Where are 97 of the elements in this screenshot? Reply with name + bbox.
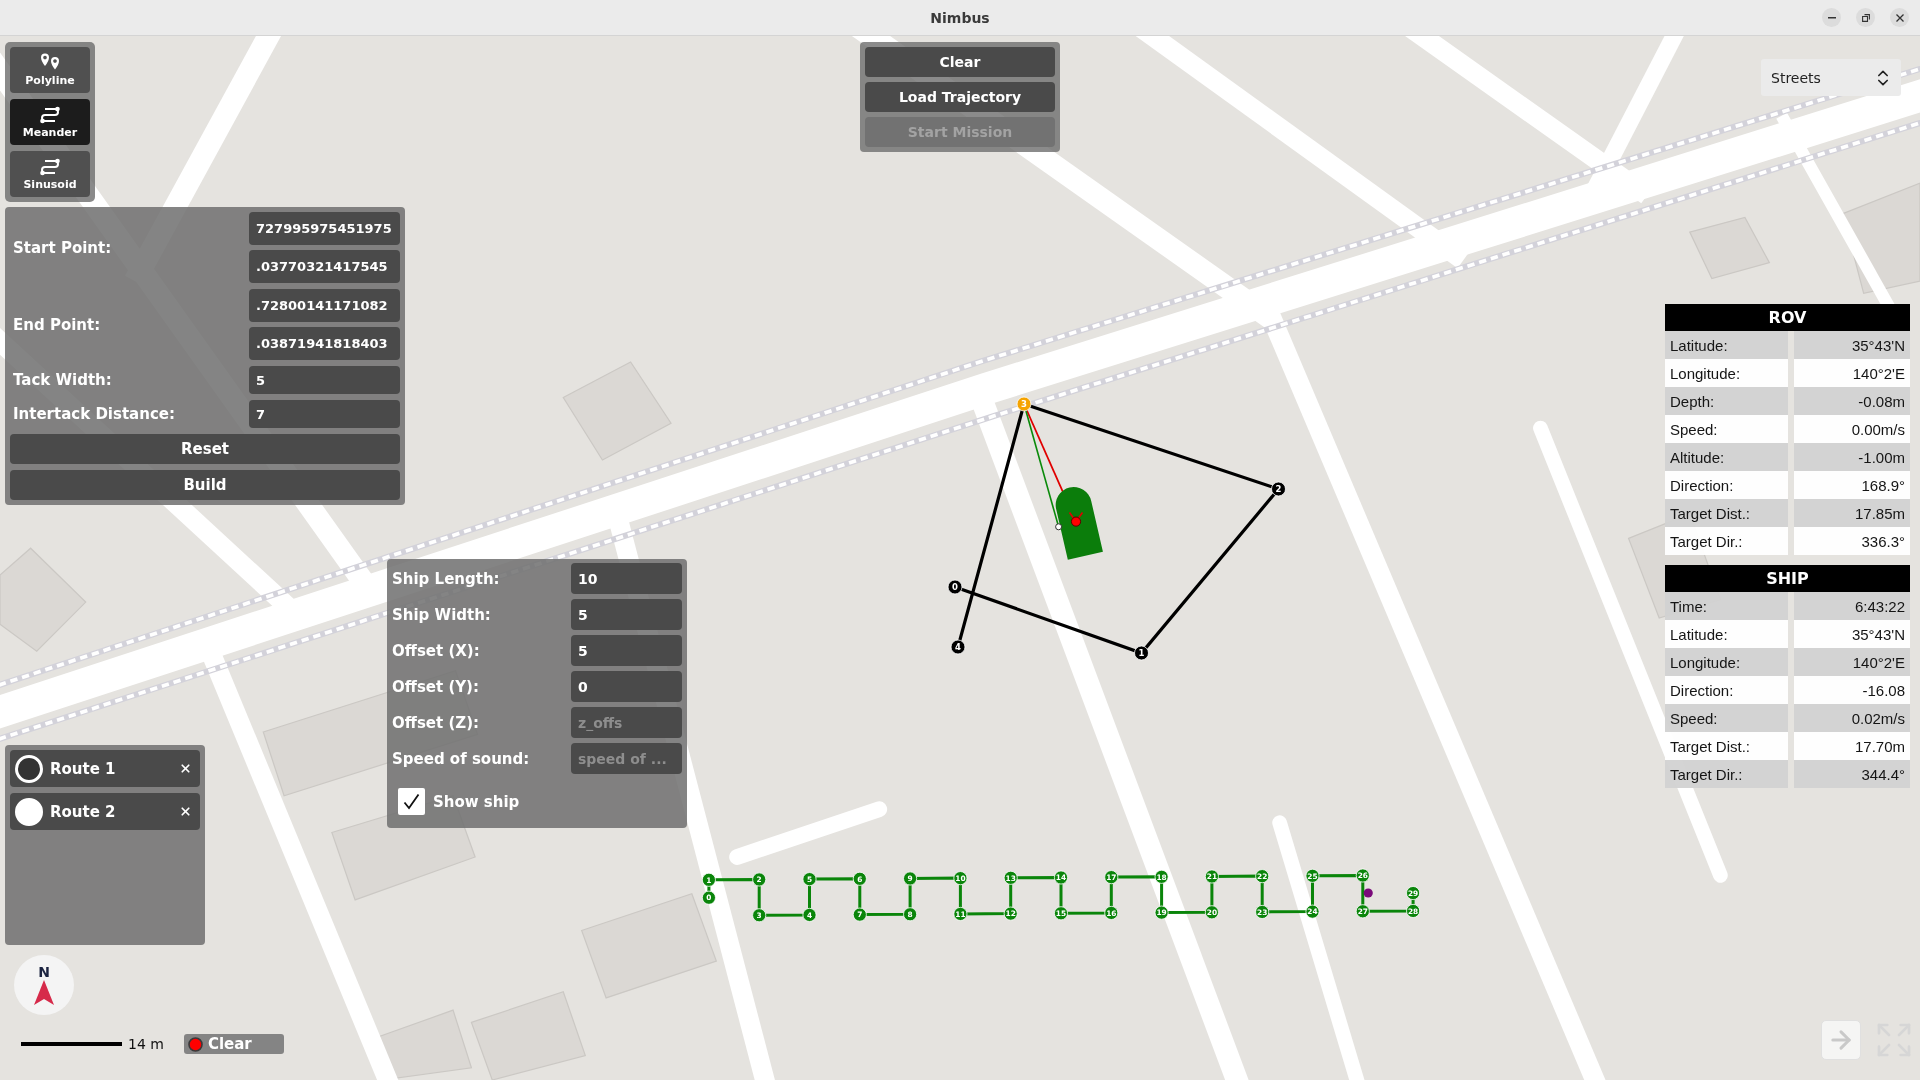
checkbox-label: Show ship — [433, 792, 520, 811]
north-label: N — [38, 965, 50, 979]
number-field[interactable]: 5 — [249, 366, 400, 394]
telemetry-value: -1.00m — [1794, 443, 1910, 471]
s-curve-icon — [39, 157, 61, 176]
map-pins-icon — [38, 53, 62, 72]
radio-button[interactable] — [15, 797, 43, 826]
close-button[interactable] — [1890, 8, 1909, 27]
telemetry-label: Longitude: — [1665, 648, 1788, 676]
location-dot — [1363, 888, 1373, 898]
field-label: Ship Length: — [392, 569, 500, 588]
s-curve-icon — [39, 105, 61, 124]
tool-button[interactable]: Polyline — [10, 47, 90, 93]
telemetry-label: Direction: — [1665, 676, 1788, 704]
field-label: Start Point: — [13, 238, 113, 257]
field-label: Speed of sound: — [392, 749, 530, 768]
field-label: End Point: — [13, 315, 102, 334]
telemetry-label: Target Dir.: — [1665, 527, 1788, 555]
position-dot — [1055, 523, 1063, 531]
window-title: Nimbus — [930, 9, 990, 26]
minimize-icon — [1827, 16, 1836, 19]
telemetry-value: 6:43:22 — [1794, 592, 1910, 620]
telemetry-value: 0.00m/s — [1794, 415, 1910, 443]
map-layer-select[interactable]: Streets — [1761, 59, 1901, 96]
telemetry-value: 168.9° — [1794, 471, 1910, 499]
telemetry-label: Longitude: — [1665, 359, 1788, 387]
telemetry-label: Altitude: — [1665, 443, 1788, 471]
mission-button[interactable]: Clear — [865, 47, 1055, 77]
checkmark-icon — [403, 793, 420, 810]
route-item[interactable]: Route 1 — [10, 750, 200, 787]
waypoint-marker[interactable]: 2 — [1271, 481, 1286, 497]
form-button[interactable]: Build — [10, 470, 400, 500]
tool-button[interactable]: Sinusoid — [10, 151, 90, 197]
route-item[interactable]: Route 2 — [10, 793, 200, 830]
telemetry-label: Direction: — [1665, 471, 1788, 499]
number-field[interactable]: z_offs — [571, 707, 682, 738]
telemetry-title: SHIP — [1665, 565, 1910, 592]
telemetry-value: -16.08 — [1794, 676, 1910, 704]
telemetry-label: Speed: — [1665, 415, 1788, 443]
telemetry-label: Target Dist.: — [1665, 499, 1788, 527]
telemetry-label: Target Dir.: — [1665, 760, 1788, 788]
number-field[interactable]: speed of ... — [571, 743, 682, 774]
waypoint-marker[interactable]: 0 — [947, 579, 963, 595]
number-field[interactable]: .72800141171082 — [249, 289, 400, 322]
maximize-button[interactable] — [1856, 8, 1875, 27]
field-label: Ship Width: — [392, 605, 491, 624]
number-field[interactable]: 5 — [571, 599, 682, 630]
telemetry-value: 17.70m — [1794, 732, 1910, 760]
telemetry-value: 35°43'N — [1794, 331, 1910, 359]
field-label: Intertack Distance: — [13, 405, 176, 423]
field-label: Offset (Z): — [392, 713, 479, 732]
field-label: Tack Width: — [13, 371, 113, 389]
telemetry-value: 140°2'E — [1794, 359, 1910, 387]
number-field[interactable]: 0 — [571, 671, 682, 702]
radio-button[interactable] — [15, 754, 43, 783]
close-icon — [179, 762, 192, 775]
telemetry-value: -0.08m — [1794, 387, 1910, 415]
telemetry-label: Speed: — [1665, 704, 1788, 732]
show-ship-checkbox[interactable] — [398, 788, 425, 815]
field-label: Offset (Y): — [392, 677, 479, 696]
waypoint-marker[interactable]: 4 — [950, 639, 966, 655]
telemetry-value: 336.3° — [1794, 527, 1910, 555]
north-arrow-icon — [34, 980, 54, 1005]
route-name: Route 2 — [50, 802, 117, 821]
number-field[interactable]: .03871941818403 — [249, 327, 400, 360]
number-field[interactable]: 727995975451975 — [249, 212, 400, 245]
telemetry-title: ROV — [1665, 304, 1910, 331]
telemetry-label: Latitude: — [1665, 620, 1788, 648]
number-field[interactable]: 5 — [571, 635, 682, 666]
scale-label: 14 m — [128, 1036, 164, 1052]
rov-marker — [1068, 511, 1084, 527]
form-button[interactable]: Reset — [10, 434, 400, 464]
restore-icon — [1861, 13, 1870, 22]
tool-button[interactable]: Meander — [10, 99, 90, 145]
minimize-button[interactable] — [1822, 8, 1841, 27]
telemetry-value: 140°2'E — [1794, 648, 1910, 676]
telemetry-label: Latitude: — [1665, 331, 1788, 359]
mission-button[interactable]: Load Trajectory — [865, 82, 1055, 112]
number-field[interactable]: 7 — [249, 400, 400, 428]
field-label: Offset (X): — [392, 641, 480, 660]
telemetry-value: 344.4° — [1794, 760, 1910, 788]
remove-route-button[interactable] — [179, 805, 192, 818]
telemetry-label: Depth: — [1665, 387, 1788, 415]
telemetry-label: Target Dist.: — [1665, 732, 1788, 760]
close-icon — [1895, 13, 1904, 22]
remove-route-button[interactable] — [179, 762, 192, 775]
telemetry-value: 0.02m/s — [1794, 704, 1910, 732]
route-name: Route 1 — [50, 759, 117, 778]
telemetry-value: 17.85m — [1794, 499, 1910, 527]
close-icon — [179, 805, 192, 818]
record-dot-icon — [187, 1036, 203, 1052]
number-field[interactable]: .03770321417545 — [249, 250, 400, 283]
telemetry-value: 35°43'N — [1794, 620, 1910, 648]
number-field[interactable]: 10 — [571, 563, 682, 594]
clear-track-button[interactable]: Clear — [183, 1034, 284, 1054]
waypoint-marker[interactable]: 1 — [1134, 645, 1149, 661]
telemetry-label: Time: — [1665, 592, 1788, 620]
